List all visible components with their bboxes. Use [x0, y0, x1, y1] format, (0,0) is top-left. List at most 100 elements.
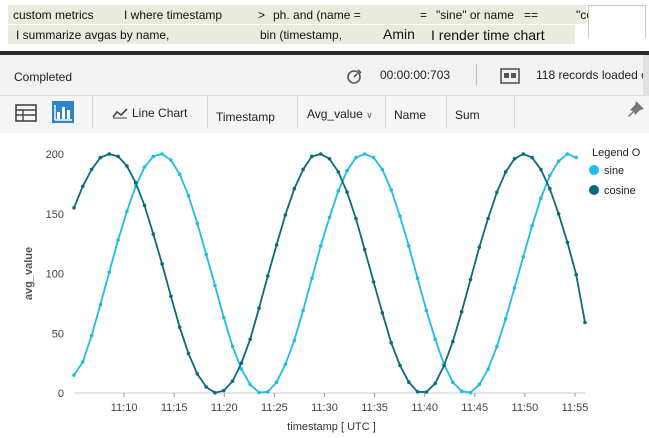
data-point-sine: [239, 367, 244, 371]
data-point-cosine: [503, 170, 508, 174]
series-line-sine: [73, 152, 577, 394]
data-point-sine: [371, 155, 376, 160]
chart-type-selector[interactable]: Line Chart: [132, 106, 187, 120]
data-point-cosine: [318, 152, 323, 156]
legend-swatch-sine: [589, 165, 599, 175]
data-point-cosine: [160, 262, 164, 266]
chevron-down-icon: ∨: [366, 110, 373, 120]
data-point-cosine: [107, 152, 111, 156]
data-point-sine: [310, 276, 314, 281]
data-point-sine: [459, 389, 464, 394]
data-point-sine: [477, 382, 482, 387]
x-tick-label: 11:50: [512, 402, 539, 414]
status-scrollbar[interactable]: [643, 55, 649, 95]
data-point-cosine: [362, 247, 367, 252]
table-view-icon[interactable]: [15, 104, 37, 127]
data-point-sine: [125, 209, 129, 214]
data-point-cosine: [266, 274, 270, 278]
data-point-sine: [116, 238, 120, 242]
data-point-cosine: [407, 380, 411, 384]
line-chart: 0 50 100 150 200 11:10 11:15 11:20 11:25 11:30 11:…: [0, 133, 649, 438]
data-point-cosine: [486, 216, 490, 221]
data-point-cosine: [195, 372, 200, 376]
data-point-cosine: [512, 157, 517, 161]
chart-view-icon[interactable]: [52, 101, 74, 123]
data-point-sine: [283, 362, 288, 367]
x-axis-label: timestamp [ UTC ]: [287, 421, 376, 433]
data-point-cosine: [459, 309, 464, 314]
results-toolbar: Line Chart Timestamp Avg_value ∨ Name Su…: [0, 96, 649, 133]
data-point-cosine: [468, 277, 473, 282]
data-point-sine: [407, 244, 411, 248]
data-point-cosine: [239, 361, 244, 365]
aggregation-selector[interactable]: Sum: [455, 108, 480, 122]
toolbar-divider: [92, 96, 93, 128]
x-tick-label: 11:15: [161, 402, 188, 414]
records-count: 118 records loaded c: [536, 68, 648, 82]
legend-item-cosine[interactable]: cosine: [589, 185, 636, 197]
query-token: "sine" or name: [436, 8, 514, 22]
y-axis-selector[interactable]: Avg_value ∨: [307, 107, 373, 121]
data-point-sine: [451, 380, 455, 384]
data-point-sine: [565, 152, 570, 156]
data-point-cosine: [169, 294, 173, 298]
query-token: custom metrics: [13, 8, 94, 22]
records-icon: [500, 68, 520, 89]
data-point-cosine: [565, 240, 570, 245]
data-point-cosine: [389, 341, 394, 345]
toolbar-divider: [446, 96, 447, 128]
x-tick-label: 11:45: [461, 402, 488, 414]
data-point-sine: [222, 315, 226, 320]
data-point-cosine: [204, 385, 208, 389]
legend-label-cosine: cosine: [604, 185, 636, 197]
data-point-cosine: [222, 388, 226, 393]
pin-icon[interactable]: [626, 100, 646, 125]
y-tick-label: 0: [58, 388, 64, 400]
data-point-sine: [195, 221, 200, 226]
data-point-sine: [574, 155, 578, 160]
data-point-cosine: [574, 272, 578, 277]
stopwatch-icon: [346, 67, 364, 90]
data-point-sine: [495, 344, 499, 349]
data-point-cosine: [424, 390, 429, 394]
data-point-cosine: [177, 325, 182, 330]
data-point-sine: [89, 333, 94, 338]
data-point-cosine: [116, 154, 120, 159]
split-by-selector[interactable]: Name: [394, 108, 426, 122]
x-tick-label: 11:20: [211, 402, 238, 414]
data-point-cosine: [433, 381, 438, 386]
data-point-sine: [72, 373, 76, 377]
data-point-cosine: [336, 170, 341, 174]
toolbar-divider: [514, 96, 515, 128]
data-point-cosine: [257, 306, 261, 310]
data-point-sine: [169, 158, 173, 162]
data-point-cosine: [345, 190, 349, 194]
y-tick-label: 50: [52, 328, 64, 340]
chart-canvas: 0 50 100 150 200 11:10 11:15 11:20 11:25 11:30 11:…: [23, 149, 588, 433]
data-point-cosine: [477, 245, 482, 249]
data-point-sine: [539, 196, 543, 200]
data-point-sine: [327, 215, 332, 220]
query-token: I summarize avgas by name,: [16, 28, 170, 42]
data-point-cosine: [292, 186, 297, 191]
data-point-sine: [336, 189, 341, 193]
legend-item-sine[interactable]: sine: [589, 165, 624, 177]
query-token: Amin: [383, 26, 415, 42]
data-point-sine: [521, 255, 526, 259]
data-point-cosine: [89, 167, 94, 172]
data-point-cosine: [230, 379, 235, 383]
data-point-cosine: [301, 167, 305, 172]
x-tick-label: 11:30: [311, 402, 338, 414]
data-point-sine: [345, 168, 349, 173]
x-tick-label: 11:25: [261, 402, 288, 414]
query-token: ==: [524, 8, 539, 22]
x-axis-selector[interactable]: Timestamp: [216, 110, 275, 124]
query-editor[interactable]: custom metrics I where timestamp > ph. and …: [0, 0, 649, 50]
data-point-sine: [257, 390, 261, 395]
data-point-sine: [486, 367, 490, 371]
data-point-sine: [274, 380, 279, 384]
toolbar-divider: [385, 96, 386, 128]
y-tick-label: 100: [46, 269, 64, 281]
data-point-cosine: [451, 339, 455, 344]
data-point-cosine: [442, 363, 446, 368]
